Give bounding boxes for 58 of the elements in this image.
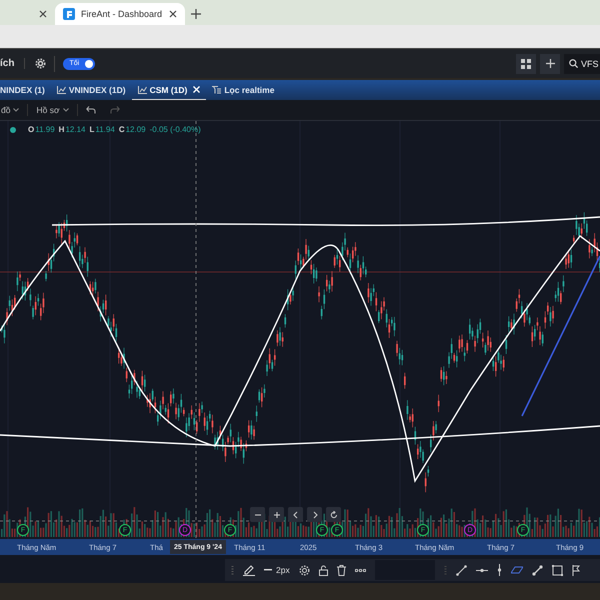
legend-value: 11.94	[95, 125, 115, 134]
dropdown-button[interactable]: Hồ sơ	[36, 104, 78, 116]
chart-tab[interactable]: NINDEX (1)	[0, 80, 51, 100]
chart-icon	[138, 86, 147, 94]
chart-icon	[56, 86, 66, 94]
legend-key: O	[28, 125, 34, 134]
flag-icon[interactable]	[572, 564, 580, 576]
grid-icon[interactable]	[521, 58, 531, 68]
trend-line-icon[interactable]	[456, 564, 467, 576]
segment-icon[interactable]	[532, 564, 543, 576]
close-icon[interactable]	[39, 10, 47, 18]
dropdown-button[interactable]: đồ	[1, 104, 28, 116]
zoom-in-button[interactable]	[269, 507, 284, 522]
reset-icon	[330, 510, 338, 518]
horizontal-line-icon[interactable]	[476, 568, 488, 572]
zoom-out-button[interactable]	[250, 507, 265, 522]
reset-button[interactable]	[326, 507, 341, 522]
legend-value: 11.99	[35, 125, 55, 134]
settings-icon[interactable]	[298, 564, 310, 576]
search-field[interactable]: VFS	[564, 54, 600, 74]
status-dot	[10, 126, 16, 132]
app-logo-icon	[63, 8, 75, 20]
legend-value: 12.14	[65, 125, 86, 134]
browser-tab[interactable]: FireAnt - Dashboard	[55, 3, 185, 25]
rectangle-icon[interactable]	[552, 564, 563, 576]
settings-icon[interactable]	[35, 58, 46, 69]
toolbar-label[interactable]: ích	[0, 58, 26, 69]
legend-key: H	[58, 125, 64, 134]
drag-handle-icon[interactable]	[231, 566, 234, 574]
chart-tab[interactable]: VNINDEX (1D)	[50, 80, 132, 100]
chevron-right-icon	[310, 510, 318, 518]
caret-icon	[13, 108, 20, 112]
close-icon[interactable]	[169, 10, 177, 18]
legend-value: 12.09	[126, 125, 146, 134]
search-icon	[569, 59, 578, 68]
redo-icon[interactable]	[110, 106, 120, 114]
more-icon[interactable]	[354, 568, 366, 572]
chevron-left-button[interactable]	[288, 507, 303, 522]
zoom-in-icon	[272, 510, 280, 518]
legend-key: L	[89, 125, 94, 134]
parallel-channel-icon[interactable]	[510, 565, 523, 575]
new-tab-icon[interactable]	[191, 9, 201, 19]
caret-icon	[62, 108, 69, 112]
line-width-button[interactable]: 2px	[264, 565, 290, 575]
chevron-right-button[interactable]	[307, 507, 322, 522]
unlock-icon[interactable]	[318, 564, 328, 576]
undo-icon[interactable]	[86, 106, 96, 114]
filter-icon	[212, 86, 222, 94]
chart-tab[interactable]: Lọc realtime	[206, 80, 280, 100]
drag-handle-icon[interactable]	[444, 566, 447, 574]
legend-key: C	[118, 125, 125, 134]
trash-icon[interactable]	[336, 564, 346, 576]
pen-icon[interactable]	[243, 564, 255, 576]
vertical-line-icon[interactable]	[496, 564, 502, 576]
add-icon[interactable]	[546, 59, 554, 68]
legend-change: -0.05 (-0.40%)	[150, 125, 201, 134]
chevron-left-icon	[292, 510, 300, 518]
tab-title: FireAnt - Dashboard	[81, 9, 163, 19]
